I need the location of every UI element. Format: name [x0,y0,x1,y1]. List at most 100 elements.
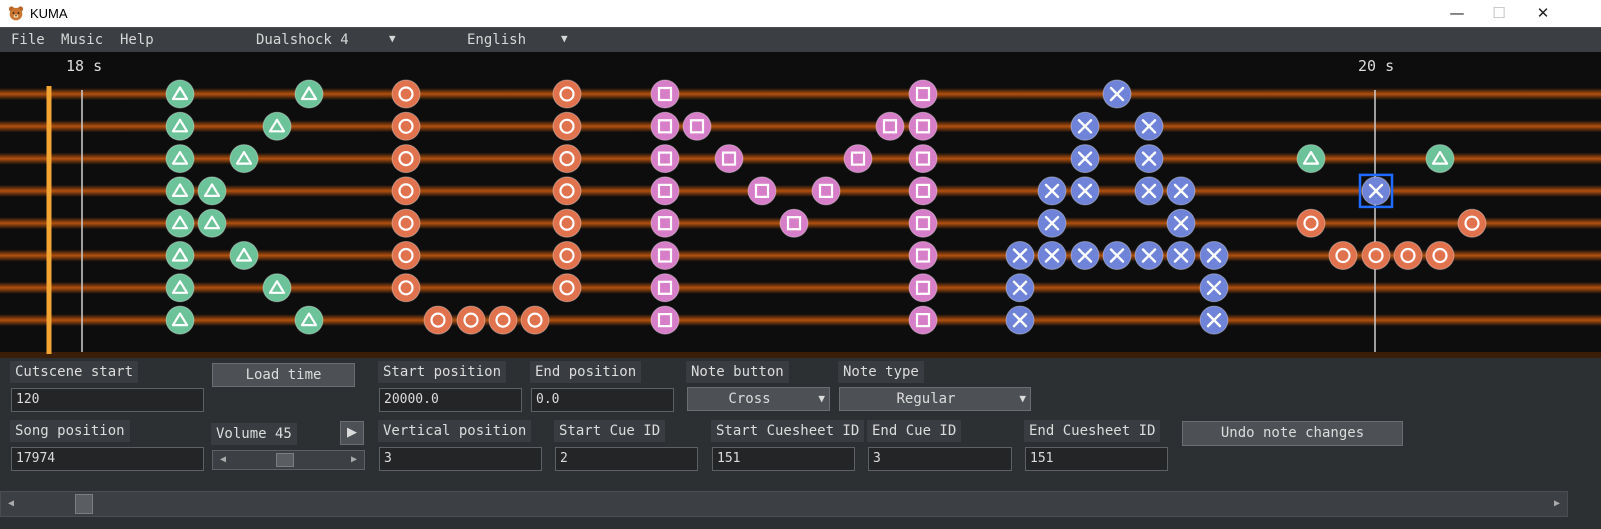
circle-note[interactable] [391,208,421,238]
circle-note[interactable] [391,111,421,141]
cross-note[interactable] [1199,305,1229,335]
cross-note[interactable] [1070,241,1100,270]
square-note[interactable] [908,176,938,206]
circle-note[interactable] [552,111,582,141]
volume-slider-thumb[interactable] [275,453,294,467]
triangle-note[interactable] [165,241,195,270]
cross-note[interactable] [1134,241,1164,270]
cross-note[interactable] [1361,176,1391,206]
circle-note[interactable] [552,241,582,270]
circle-note[interactable] [391,79,421,109]
circle-note[interactable] [552,208,582,238]
triangle-note[interactable] [262,273,292,303]
square-note[interactable] [811,176,841,206]
cross-note[interactable] [1134,144,1164,174]
square-note[interactable] [843,144,873,174]
triangle-note[interactable] [165,79,195,109]
circle-note[interactable] [391,176,421,206]
volume-slider[interactable]: ◀ ▶ [212,450,365,470]
arrow-right-icon[interactable]: ▶ [344,451,364,469]
menu-music[interactable]: Music [61,32,103,48]
note-lanes-canvas[interactable] [0,52,1601,358]
triangle-note[interactable] [165,305,195,335]
note-type-select[interactable]: Regular ▼ [839,387,1031,411]
cross-note[interactable] [1037,208,1067,238]
menu-help[interactable]: Help [120,32,154,48]
square-note[interactable] [908,305,938,335]
cross-note[interactable] [1166,208,1196,238]
circle-note[interactable] [423,305,453,335]
square-note[interactable] [682,111,712,141]
square-note[interactable] [908,79,938,109]
song-position-input[interactable]: 17974 [11,447,204,471]
cross-note[interactable] [1005,305,1035,335]
triangle-note[interactable] [165,111,195,141]
square-note[interactable] [650,176,680,206]
note-timeline[interactable]: 18 s 20 s [0,52,1601,358]
square-note[interactable] [714,144,744,174]
triangle-note[interactable] [262,111,292,141]
arrow-right-icon[interactable]: ▶ [1547,492,1567,516]
cross-note[interactable] [1134,176,1164,206]
square-note[interactable] [650,273,680,303]
circle-note[interactable] [1457,208,1487,238]
cutscene-start-input[interactable]: 120 [11,388,204,412]
circle-note[interactable] [391,241,421,270]
start-cue-id-input[interactable]: 2 [555,447,698,471]
cross-note[interactable] [1005,241,1035,270]
square-note[interactable] [650,111,680,141]
cross-note[interactable] [1037,176,1067,206]
circle-note[interactable] [391,273,421,303]
circle-note[interactable] [1361,241,1391,270]
circle-note[interactable] [1296,208,1326,238]
cross-note[interactable] [1166,241,1196,270]
cross-note[interactable] [1102,79,1132,109]
load-time-button[interactable]: Load time [212,363,355,387]
circle-note[interactable] [552,79,582,109]
circle-note[interactable] [456,305,486,335]
circle-note[interactable] [1393,241,1423,270]
square-note[interactable] [908,111,938,141]
square-note[interactable] [908,241,938,270]
square-note[interactable] [650,79,680,109]
vertical-position-input[interactable]: 3 [379,447,542,471]
triangle-note[interactable] [165,208,195,238]
circle-note[interactable] [520,305,550,335]
end-position-input[interactable]: 0.0 [531,388,674,412]
square-note[interactable] [650,144,680,174]
triangle-note[interactable] [165,144,195,174]
circle-note[interactable] [391,144,421,174]
play-button[interactable]: ▶ [340,421,364,445]
triangle-note[interactable] [165,273,195,303]
square-note[interactable] [650,305,680,335]
circle-note[interactable] [552,144,582,174]
cross-note[interactable] [1166,176,1196,206]
cross-note[interactable] [1134,111,1164,141]
triangle-note[interactable] [197,176,227,206]
cross-note[interactable] [1070,144,1100,174]
undo-note-changes-button[interactable]: Undo note changes [1182,421,1403,446]
circle-note[interactable] [1328,241,1358,270]
circle-note[interactable] [1425,241,1455,270]
menu-file[interactable]: File [11,32,45,48]
triangle-note[interactable] [1296,144,1326,174]
triangle-note[interactable] [229,241,259,270]
cross-note[interactable] [1102,241,1132,270]
circle-note[interactable] [488,305,518,335]
square-note[interactable] [650,241,680,270]
end-cue-id-input[interactable]: 3 [868,447,1012,471]
close-button[interactable]: ✕ [1521,0,1565,27]
arrow-left-icon[interactable]: ◀ [1,492,21,516]
cross-note[interactable] [1070,111,1100,141]
triangle-note[interactable] [294,305,324,335]
cross-note[interactable] [1037,241,1067,270]
cross-note[interactable] [1005,273,1035,303]
arrow-left-icon[interactable]: ◀ [213,451,233,469]
circle-note[interactable] [552,176,582,206]
cross-note[interactable] [1199,241,1229,270]
start-position-input[interactable]: 20000.0 [379,388,522,412]
triangle-note[interactable] [1425,144,1455,174]
square-note[interactable] [650,208,680,238]
timeline-scrollbar-thumb[interactable] [75,494,93,514]
square-note[interactable] [875,111,905,141]
